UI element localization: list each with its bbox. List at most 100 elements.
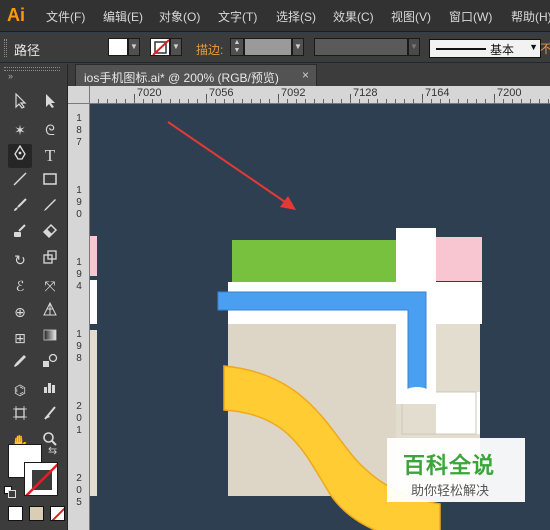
menu-item-0[interactable]: 文件(F)	[46, 8, 85, 25]
ruler-v-label: 2	[76, 473, 82, 484]
mesh-tool-icon[interactable]: ⊞	[8, 326, 32, 350]
ruler-v-label: 8	[76, 353, 82, 364]
scale-tool-icon[interactable]	[38, 248, 62, 272]
ruler-v-label: 9	[76, 341, 82, 352]
ruler-v-label: 1	[76, 185, 82, 196]
menu-item-1[interactable]: 编辑(E)	[103, 8, 143, 25]
variable-width-dropdown-arrow-icon[interactable]: ▼	[408, 38, 420, 56]
perspective-grid-tool-icon[interactable]	[38, 300, 62, 324]
ruler-v-label: 4	[76, 281, 82, 292]
horizontal-ruler[interactable]: 7020 7056 7092 7128 7164 7200	[90, 86, 550, 104]
pen-tool-icon[interactable]	[8, 144, 32, 168]
stroke-preview-line	[436, 48, 486, 50]
vertical-ruler[interactable]: 1 8 7 1 9 0 1 9 4 1 9 8 2 0 1 2 0 5	[68, 86, 90, 530]
default-fill-stroke-icon[interactable]	[4, 486, 16, 498]
pink-block-shape[interactable]	[436, 237, 482, 281]
brush-definition-dropdown[interactable]: 基本 ▼	[429, 39, 541, 58]
app-logo: Ai	[7, 5, 25, 25]
watermark-title: 百科全说	[403, 453, 496, 478]
document-tab[interactable]: ios手机图标.ai* @ 200% (RGB/预览) ×	[75, 64, 317, 86]
watermark-box: 百科全说 助你轻松解决	[387, 438, 525, 502]
menu-item-8[interactable]: 帮助(H)	[511, 8, 550, 25]
ruler-v-label: 2	[76, 401, 82, 412]
none-icon	[51, 507, 64, 520]
left-beige-shape[interactable]	[90, 330, 97, 496]
stroke-swatch[interactable]	[150, 38, 170, 56]
artboard-canvas[interactable]: 百科全说 助你轻松解决	[90, 104, 550, 530]
stroke-weight-dropdown-arrow-icon[interactable]: ▼	[292, 38, 304, 56]
ruler-v-label: 9	[76, 269, 82, 280]
left-white-shape[interactable]	[90, 280, 97, 324]
eraser-tool-icon[interactable]	[38, 222, 62, 246]
symbol-sprayer-tool-icon[interactable]: ⌬	[8, 378, 32, 402]
ruler-v-label: 7	[76, 137, 82, 148]
ruler-v-label: 1	[76, 257, 82, 268]
panel-grip-icon	[4, 39, 7, 57]
ruler-v-label: 9	[76, 197, 82, 208]
free-transform-tool-icon[interactable]: ⤧	[38, 274, 62, 298]
blob-brush-tool-icon[interactable]	[8, 222, 32, 246]
rectangle-tool-icon[interactable]	[38, 170, 62, 194]
brush-dropdown-arrow-icon: ▼	[529, 42, 538, 52]
gradient-mode-button[interactable]	[29, 506, 44, 521]
lasso-tool-icon[interactable]: ᘓ	[38, 118, 62, 142]
ruler-origin-corner[interactable]	[68, 86, 90, 104]
close-tab-icon[interactable]: ×	[302, 68, 309, 82]
type-tool-icon[interactable]: T	[38, 144, 62, 168]
menu-bar: Ai 文件(F) 编辑(E) 对象(O) 文字(T) 选择(S) 效果(C) 视图(V) 窗口…	[0, 0, 550, 32]
color-mode-button[interactable]	[8, 506, 23, 521]
document-tab-title: ios手机图标.ai* @ 200% (RGB/预览)	[84, 71, 279, 85]
collapse-panel-icon[interactable]: »	[8, 71, 13, 81]
ruler-minor-ticks	[90, 86, 550, 104]
stroke-weight-label: 描边:	[196, 43, 224, 57]
ruler-v-label: 1	[76, 329, 82, 340]
ruler-v-label: 5	[76, 497, 82, 508]
pencil-tool-icon[interactable]	[38, 196, 62, 220]
menu-item-7[interactable]: 窗口(W)	[449, 8, 492, 25]
shape-builder-tool-icon[interactable]: ⊕	[8, 300, 32, 324]
paintbrush-tool-icon[interactable]	[8, 196, 32, 220]
annotation-arrow-line	[167, 121, 289, 205]
menu-item-4[interactable]: 选择(S)	[276, 8, 316, 25]
road-end-cap	[404, 387, 430, 399]
ruler-v-label: 1	[76, 113, 82, 124]
opacity-label-clipped: 不	[540, 42, 550, 56]
swap-fill-stroke-icon[interactable]: ⇆	[48, 444, 57, 457]
stroke-weight-input[interactable]	[244, 38, 292, 56]
ruler-v-label: 0	[76, 413, 82, 424]
menu-item-5[interactable]: 效果(C)	[333, 8, 374, 25]
no-stroke-swatch-icon	[25, 463, 57, 495]
blend-tool-icon[interactable]	[38, 352, 62, 376]
stroke-weight-stepper[interactable]: ▲ ▼	[230, 38, 244, 56]
magic-wand-tool-icon[interactable]: ✶	[8, 118, 32, 142]
direct-selection-tool-icon[interactable]	[38, 92, 62, 116]
eyedropper-tool-icon[interactable]	[8, 352, 32, 376]
menu-item-3[interactable]: 文字(T)	[218, 8, 257, 25]
fill-dropdown-arrow-icon[interactable]: ▼	[128, 38, 140, 56]
slice-tool-icon[interactable]	[38, 404, 62, 428]
warp-tool-icon[interactable]: ℰ	[8, 274, 32, 298]
map-block-right-white[interactable]	[436, 392, 480, 434]
line-segment-tool-icon[interactable]	[8, 170, 32, 194]
none-mode-button[interactable]	[50, 506, 65, 521]
column-graph-tool-icon[interactable]	[38, 378, 62, 402]
left-pink-shape[interactable]	[90, 236, 97, 276]
ruler-v-label: 8	[76, 125, 82, 136]
right-white-road[interactable]	[436, 282, 482, 324]
rotate-tool-icon[interactable]: ↻	[8, 248, 32, 272]
gradient-tool-icon[interactable]	[38, 326, 62, 350]
selection-tool-icon[interactable]	[8, 92, 32, 116]
brush-definition-label: 基本	[490, 43, 515, 57]
watermark-subtitle: 助你轻松解决	[411, 483, 490, 498]
ruler-v-label: 0	[76, 485, 82, 496]
tools-panel: » ✶ ᘓ T ↻ ℰ ⤧ ⊕ ⊞ ⌬ ✋ ⇆	[0, 64, 68, 530]
variable-width-profile-field[interactable]	[314, 38, 408, 56]
artboard-tool-icon[interactable]	[8, 404, 32, 428]
menu-item-6[interactable]: 视图(V)	[391, 8, 431, 25]
menu-item-2[interactable]: 对象(O)	[159, 8, 200, 25]
green-block-shape[interactable]	[232, 240, 396, 282]
fill-swatch[interactable]	[108, 38, 128, 56]
stroke-dropdown-arrow-icon[interactable]: ▼	[170, 38, 182, 56]
no-stroke-icon	[152, 39, 169, 55]
stroke-color-swatch[interactable]	[24, 462, 58, 496]
